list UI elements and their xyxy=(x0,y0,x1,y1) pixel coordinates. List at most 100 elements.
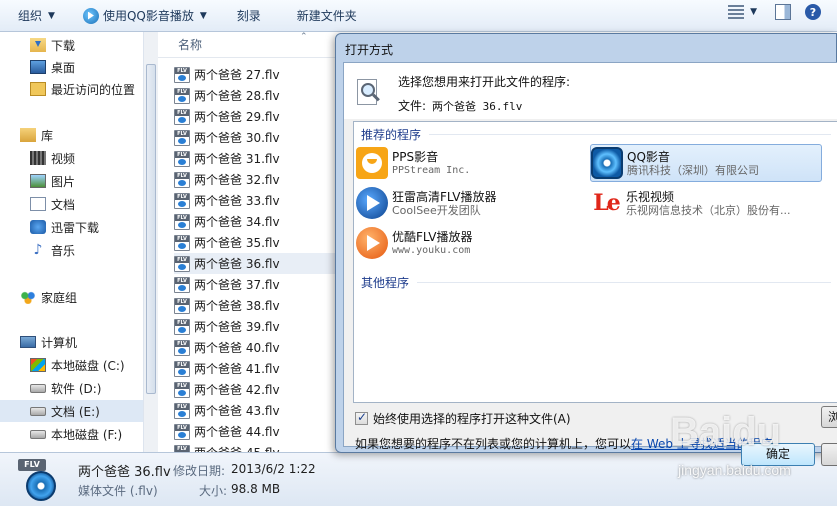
program-youku-flv[interactable]: 优酷FLV播放器 www.youku.com xyxy=(356,224,586,262)
nav-item-videos[interactable]: 视频 xyxy=(0,147,143,169)
flv-file-icon xyxy=(174,129,190,146)
organize-label: 组织 xyxy=(18,9,43,23)
documents-library-icon xyxy=(30,197,46,211)
navigation-scrollbar[interactable] xyxy=(143,32,158,452)
nav-item-drive-d[interactable]: 软件 (D:) xyxy=(0,377,143,399)
nav-item-drive-f[interactable]: 本地磁盘 (F:) xyxy=(0,423,143,445)
organize-menu-button[interactable]: 组织 ▼ xyxy=(10,4,63,28)
file-name: 两个爸爸 34.flv xyxy=(194,215,280,229)
file-row[interactable]: 两个爸爸 43.flv xyxy=(174,400,338,421)
file-name: 两个爸爸 42.flv xyxy=(194,383,280,397)
nav-item-label: 文档 xyxy=(51,197,76,212)
flv-file-icon xyxy=(174,444,190,452)
chevron-down-icon[interactable]: ▼ xyxy=(750,7,757,17)
nav-item-music[interactable]: ♪ 音乐 xyxy=(0,239,143,261)
file-row[interactable]: 两个爸爸 35.flv xyxy=(174,232,338,253)
homegroup-icon xyxy=(20,290,36,304)
play-with-qq-button[interactable]: 使用QQ影音播放 ▼ xyxy=(75,4,215,28)
column-header-name[interactable]: 名称 ⌃ xyxy=(158,32,338,58)
toolbar: 组织 ▼ 使用QQ影音播放 ▼ 刻录 新建文件夹 ▼ ? xyxy=(0,0,837,32)
nav-item-homegroup[interactable]: 家庭组 xyxy=(0,286,143,308)
nav-item-recent-places[interactable]: 最近访问的位置 xyxy=(0,78,143,100)
scrollbar-thumb[interactable] xyxy=(146,64,156,394)
nav-item-label: 桌面 xyxy=(51,60,76,75)
flv-file-icon xyxy=(174,339,190,356)
details-size-label: 大小: xyxy=(199,484,228,498)
details-pane: FLV 两个爸爸 36.flv 媒体文件 (.flv) 修改日期: 2013/6… xyxy=(0,452,837,506)
file-name: 两个爸爸 43.flv xyxy=(194,404,280,418)
file-row[interactable]: 两个爸爸 42.flv xyxy=(174,379,338,400)
navigation-pane: 下载 桌面 最近访问的位置 库 视频 图片 文档 迅雷下载 ♪ 音乐 家庭组 计… xyxy=(0,32,158,452)
program-pps[interactable]: PPS影音 PPStream Inc. xyxy=(356,144,586,182)
letv-logo-icon: Le xyxy=(593,190,620,216)
file-row[interactable]: 两个爸爸 40.flv xyxy=(174,337,338,358)
cancel-button[interactable] xyxy=(821,443,837,466)
flv-file-icon xyxy=(174,213,190,230)
nav-item-documents[interactable]: 文档 xyxy=(0,193,143,215)
file-row[interactable]: 两个爸爸 33.flv xyxy=(174,190,338,211)
file-row[interactable]: 两个爸爸 34.flv xyxy=(174,211,338,232)
view-options-icon[interactable] xyxy=(728,5,745,19)
file-row[interactable]: 两个爸爸 28.flv xyxy=(174,85,338,106)
nav-item-label: 文档 (E:) xyxy=(51,404,100,419)
always-use-checkbox[interactable] xyxy=(355,410,368,425)
hint-text: 如果您想要的程序不在列表或您的计算机上，您可以 xyxy=(355,437,632,451)
file-row[interactable]: 两个爸爸 37.flv xyxy=(174,274,338,295)
program-name: 乐视视频 xyxy=(626,189,675,204)
hard-drive-icon xyxy=(30,429,46,439)
file-name: 两个爸爸 32.flv xyxy=(194,173,280,187)
program-qq-player[interactable]: QQ影音 腾讯科技（深圳）有限公司 xyxy=(590,144,822,182)
nav-item-drive-e[interactable]: 文档 (E:) xyxy=(0,400,143,422)
program-vendor: CoolSee开发团队 xyxy=(392,203,481,217)
nav-item-xunlei-downloads[interactable]: 迅雷下载 xyxy=(0,216,143,238)
burn-button[interactable]: 刻录 xyxy=(229,4,269,28)
help-icon[interactable]: ? xyxy=(805,4,821,20)
file-row[interactable]: 两个爸爸 32.flv xyxy=(174,169,338,190)
downloads-folder-icon xyxy=(30,38,46,52)
nav-item-label: 迅雷下载 xyxy=(51,220,100,235)
other-programs-header[interactable]: 其他程序 xyxy=(361,274,831,291)
nav-item-desktop[interactable]: 桌面 xyxy=(0,56,143,78)
chevron-down-icon: ▼ xyxy=(199,10,207,21)
always-use-checkbox-row[interactable]: 始终使用选择的程序打开这种文件(A) xyxy=(355,410,571,427)
nav-item-downloads[interactable]: 下载 xyxy=(0,34,143,56)
dialog-title: 打开方式 xyxy=(345,43,394,57)
file-row[interactable]: 两个爸爸 30.flv xyxy=(174,127,338,148)
program-kuanglei-flv[interactable]: 狂雷高清FLV播放器 CoolSee开发团队 xyxy=(356,184,586,222)
file-row[interactable]: 两个爸爸 31.flv xyxy=(174,148,338,169)
nav-item-computer[interactable]: 计算机 xyxy=(0,331,143,353)
new-folder-button[interactable]: 新建文件夹 xyxy=(289,4,365,28)
nav-item-pictures[interactable]: 图片 xyxy=(0,170,143,192)
hard-drive-icon xyxy=(30,406,46,416)
ok-button[interactable]: 确定 xyxy=(741,443,815,466)
program-name: QQ影音 xyxy=(627,149,670,164)
file-name: 两个爸爸 27.flv xyxy=(194,68,280,82)
always-use-label: 始终使用选择的程序打开这种文件(A) xyxy=(373,412,571,426)
play-with-qq-label: 使用QQ影音播放 xyxy=(102,9,194,23)
recommended-programs-header[interactable]: 推荐的程序 xyxy=(361,126,831,143)
file-row[interactable]: 两个爸爸 44.flv xyxy=(174,421,338,442)
nav-item-label: 软件 (D:) xyxy=(51,381,102,396)
flv-file-icon xyxy=(174,402,190,419)
details-size-value: 98.8 MB xyxy=(231,482,281,496)
nav-item-label: 本地磁盘 (C:) xyxy=(51,358,125,373)
file-row[interactable]: 两个爸爸 45.flv xyxy=(174,442,338,452)
file-row[interactable]: 两个爸爸 27.flv xyxy=(174,64,338,85)
preview-pane-icon[interactable] xyxy=(775,4,791,20)
nav-item-libraries[interactable]: 库 xyxy=(0,124,143,146)
details-file-name: 两个爸爸 36.flv xyxy=(78,465,171,480)
file-row-selected[interactable]: 两个爸爸 36.flv xyxy=(174,253,338,274)
nav-item-drive-c[interactable]: 本地磁盘 (C:) xyxy=(0,354,143,376)
file-row[interactable]: 两个爸爸 41.flv xyxy=(174,358,338,379)
file-list: 名称 ⌃ 两个爸爸 27.flv 两个爸爸 28.flv 两个爸爸 29.flv… xyxy=(158,32,338,452)
file-row[interactable]: 两个爸爸 39.flv xyxy=(174,316,338,337)
file-row[interactable]: 两个爸爸 38.flv xyxy=(174,295,338,316)
browse-button[interactable]: 浏 xyxy=(821,406,837,428)
play-circle-icon xyxy=(356,227,388,259)
file-label: 文件: xyxy=(398,99,427,113)
chevron-down-icon: ▼ xyxy=(48,10,55,21)
file-row[interactable]: 两个爸爸 29.flv xyxy=(174,106,338,127)
flv-file-icon xyxy=(174,66,190,83)
program-letv[interactable]: Le 乐视视频 乐视网信息技术（北京）股份有... xyxy=(590,184,822,222)
recent-places-icon xyxy=(30,82,46,96)
